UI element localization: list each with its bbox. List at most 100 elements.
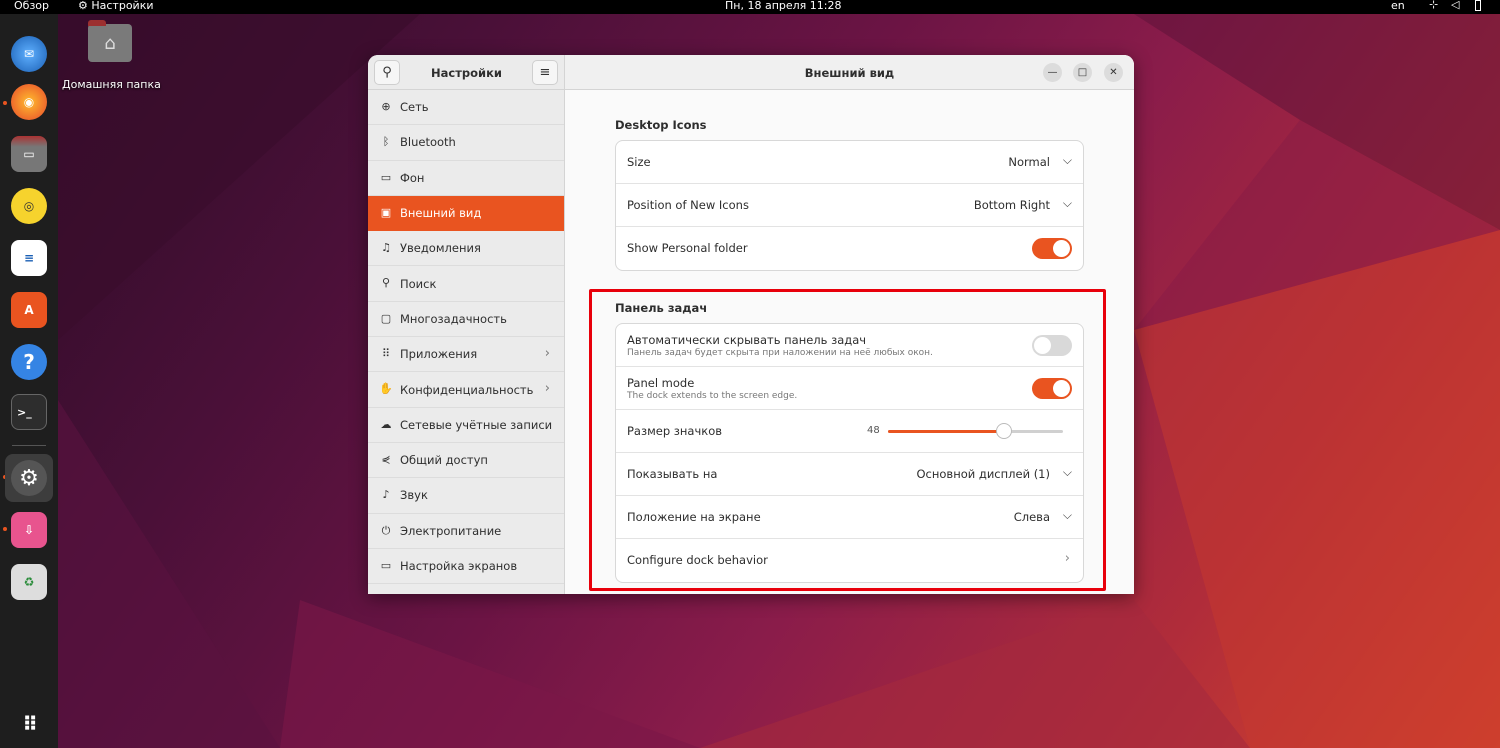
dock-rhythmbox[interactable]: ◎ [9,186,49,226]
dock-terminal[interactable]: >_ [9,392,49,432]
cloud-icon: ☁ [380,417,392,431]
sidebar-item-label: Звук [400,488,428,503]
personal-folder-row: Show Personal folder [616,227,1083,270]
desktop-icons-card: Size Normal ⌵ Position of New Icons Bott… [615,140,1084,271]
sidebar-item-bluetooth[interactable]: ᛒ Bluetooth [368,125,564,161]
sidebar-item-sound[interactable]: ♪ Звук [368,478,564,514]
app-menu[interactable]: ⚙ Настройки [78,0,154,12]
new-icons-position-row[interactable]: Position of New Icons Bottom Right ⌵ [616,184,1083,227]
dock-separator [12,445,46,446]
share-icon: ⋞ [381,452,391,466]
chevron-right-icon: › [544,381,550,397]
dock-app-center[interactable]: A [9,290,49,330]
toggle-knob [1053,240,1070,257]
close-button[interactable]: ✕ [1104,63,1123,82]
firefox-icon: ◉ [11,84,47,120]
size-row[interactable]: Size Normal ⌵ [616,141,1083,184]
settings-gear-icon: ⚙ [11,460,47,496]
highlight-frame [589,289,1106,591]
sidebar-list: ⊕ Сеть ᛒ Bluetooth ▭ Фон ▣ Внешний вид ♫ Увед… [368,90,564,585]
sidebar-item-label: Электропитание [400,523,502,538]
dock-trash[interactable]: ♻ [9,562,49,602]
sidebar-item-multitasking[interactable]: ▢ Многозадачность [368,302,564,338]
sidebar-item-label: Уведомления [400,241,481,256]
maximize-button[interactable]: □ [1073,63,1092,82]
main-header: Внешний вид — □ ✕ [565,55,1134,90]
dock-settings[interactable]: ⚙ [5,454,53,502]
battery-icon[interactable] [1475,0,1481,11]
settings-sidebar: ⚲ Настройки ≡ ⊕ Сеть ᛒ Bluetooth ▭ Фон ▣ Вне… [368,55,565,594]
sidebar-item-label: Сеть [400,100,429,115]
grid-icon: ⠿ [381,347,391,361]
volume-icon[interactable]: ◁ [1451,0,1459,11]
network-icon[interactable]: ⊹ [1429,0,1438,11]
globe-icon: ⊕ [381,100,391,113]
size-label: Size [627,155,651,169]
chevron-down-icon: ⌵ [1062,196,1072,210]
sidebar-item-network[interactable]: ⊕ Сеть [368,90,564,126]
sidebar-item-applications[interactable]: ⠿ Приложения › [368,337,564,373]
sidebar-item-privacy[interactable]: ✋ Конфиденциальность › [368,372,564,408]
chevron-right-icon: › [544,346,550,362]
display-icon: ▭ [380,558,392,572]
gear-icon: ⚙ [78,0,88,12]
dock-thunderbird[interactable]: ✉ [9,34,49,74]
sidebar-item-displays[interactable]: ▭ Настройка экранов [368,549,564,585]
sidebar-item-label: Общий доступ [400,453,488,468]
minimize-button[interactable]: — [1043,63,1062,82]
sidebar-item-notifications[interactable]: ♫ Уведомления [368,231,564,267]
dock-files[interactable]: ▭ [9,134,49,174]
dock-writer[interactable]: ≡ [9,238,49,278]
help-icon: ? [11,344,47,380]
app-menu-label: Настройки [91,0,154,12]
music-icon: ♪ [382,488,390,502]
bell-icon: ♫ [381,241,391,255]
dock-installer[interactable]: ⇩ [9,510,49,550]
sidebar-item-label: Поиск [400,276,437,291]
personal-folder-toggle[interactable] [1032,238,1072,259]
home-folder-label: Домашняя папка [62,78,161,91]
desktop-icons-title: Desktop Icons [615,118,707,132]
maximize-icon: □ [1077,67,1088,78]
sidebar-item-label: Фон [400,170,425,185]
files-icon: ▭ [11,136,47,172]
dock-help[interactable]: ? [9,342,49,382]
sidebar-item-sharing[interactable]: ⋞ Общий доступ [368,443,564,479]
show-apps-button[interactable]: ⠿ [9,704,49,744]
minimize-icon: — [1047,67,1058,78]
sidebar-item-label: Приложения [400,347,478,362]
app-grid-icon: ⠿ [22,712,38,736]
sidebar-item-power[interactable]: ⏻ Электропитание [368,514,564,549]
dock-firefox[interactable]: ◉ [9,82,49,122]
running-indicator [3,101,7,105]
keyboard-layout[interactable]: en [1391,0,1405,12]
multitasking-icon: ▢ [380,311,392,325]
sidebar-item-appearance[interactable]: ▣ Внешний вид [368,195,564,232]
personal-folder-label: Show Personal folder [627,241,748,255]
trash-icon: ♻ [11,564,47,600]
appearance-icon: ▣ [380,205,392,219]
sidebar-item-label: Внешний вид [400,206,482,221]
new-icons-position-label: Position of New Icons [627,198,749,212]
sidebar-item-background[interactable]: ▭ Фон [368,161,564,196]
sidebar-item-online-accounts[interactable]: ☁ Сетевые учётные записи [368,408,564,443]
sidebar-item-label: Многозадачность [400,311,507,326]
sidebar-menu-button[interactable]: ≡ [532,60,558,85]
sidebar-header: ⚲ Настройки ≡ [368,55,564,90]
top-bar: Обзор ⚙ Настройки Пн, 18 апреля 11:28 en… [0,0,1500,14]
installer-icon: ⇩ [11,512,47,548]
activities-button[interactable]: Обзор [14,0,49,12]
sidebar-item-search[interactable]: ⚲ Поиск [368,266,564,302]
desktop-home-folder[interactable]: ⌂ Домашняя папка [62,20,161,91]
hand-icon: ✋ [379,382,393,396]
clock[interactable]: Пн, 18 апреля 11:28 [725,0,841,12]
running-indicator [3,527,7,531]
rhythmbox-icon: ◎ [11,188,47,224]
close-icon: ✕ [1109,67,1118,78]
app-center-icon: A [11,292,47,328]
thunderbird-icon: ✉ [11,36,47,72]
hamburger-icon: ≡ [539,65,551,80]
search-icon: ⚲ [381,276,391,290]
new-icons-position-value: Bottom Right [973,198,1050,212]
home-folder-icon: ⌂ [88,20,132,62]
